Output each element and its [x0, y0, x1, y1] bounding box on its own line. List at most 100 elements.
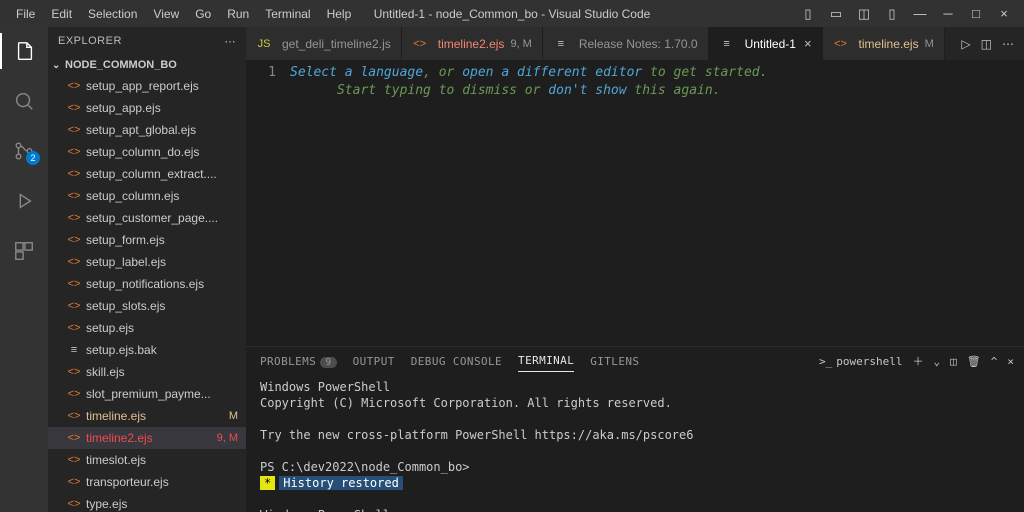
- run-debug-icon[interactable]: [0, 183, 48, 219]
- close-panel-icon[interactable]: ×: [1007, 355, 1014, 368]
- run-icon[interactable]: ▷: [961, 37, 970, 51]
- extensions-icon[interactable]: [0, 233, 48, 269]
- file-item[interactable]: <>slot_premium_payme...: [48, 383, 246, 405]
- maximize-panel-icon[interactable]: ^: [991, 355, 998, 368]
- editor-tab[interactable]: <>timeline2.ejs 9, M: [402, 27, 543, 60]
- file-item[interactable]: <>type.ejs: [48, 493, 246, 512]
- file-item[interactable]: <>timeslot.ejs: [48, 449, 246, 471]
- file-item[interactable]: <>setup_notifications.ejs: [48, 273, 246, 295]
- file-name: timeline.ejs: [86, 409, 146, 423]
- new-terminal-icon[interactable]: ＋: [913, 353, 924, 369]
- ejs-file-icon: <>: [412, 38, 428, 50]
- file-name: setup_column_extract....: [86, 167, 217, 181]
- menu-terminal[interactable]: Terminal: [257, 3, 318, 25]
- file-name: skill.ejs: [86, 365, 125, 379]
- file-item[interactable]: <>timeline2.ejs9, M: [48, 427, 246, 449]
- title-bar: FileEditSelectionViewGoRunTerminalHelp U…: [0, 0, 1024, 27]
- file-item[interactable]: <> setup_app_report.ejs: [48, 75, 246, 97]
- tab-terminal[interactable]: TERMINAL: [518, 350, 574, 372]
- tab-suffix: 9, M: [510, 38, 531, 50]
- sidebar-more-icon[interactable]: ⋯: [225, 35, 237, 48]
- ejs-file-icon: <>: [66, 80, 82, 92]
- menu-run[interactable]: Run: [219, 3, 257, 25]
- menu-help[interactable]: Help: [319, 3, 360, 25]
- ejs-file-icon: <>: [66, 102, 82, 114]
- file-item[interactable]: <>transporteur.ejs: [48, 471, 246, 493]
- layout-panel-icon[interactable]: ▭: [822, 4, 850, 24]
- file-item[interactable]: <>setup_customer_page....: [48, 207, 246, 229]
- close-icon[interactable]: ×: [990, 4, 1018, 24]
- menu-view[interactable]: View: [145, 3, 187, 25]
- editor-tab[interactable]: JSget_deli_timeline2.js: [246, 27, 402, 60]
- tab-debug-console[interactable]: DEBUG CONSOLE: [411, 351, 502, 372]
- editor-tab[interactable]: ≡Untitled-1×: [709, 27, 823, 60]
- terminal-dropdown-icon[interactable]: ⌄: [934, 355, 941, 368]
- activity-bar: 2: [0, 27, 48, 512]
- close-tab-icon[interactable]: ×: [804, 36, 812, 51]
- ejs-file-icon: <>: [66, 190, 82, 202]
- git-status: 9, M: [217, 432, 238, 444]
- file-name: setup_form.ejs: [86, 233, 165, 247]
- source-control-icon[interactable]: 2: [0, 133, 48, 169]
- file-file-icon: ≡: [553, 38, 569, 50]
- file-item[interactable]: <>setup_slots.ejs: [48, 295, 246, 317]
- maximize-icon[interactable]: □: [962, 4, 990, 24]
- terminal-line: PS C:\dev2022\node_Common_bo>: [260, 459, 1010, 475]
- menu-go[interactable]: Go: [187, 3, 219, 25]
- editor-tab[interactable]: <>timeline.ejs M: [823, 27, 945, 60]
- terminal-output[interactable]: Windows PowerShellCopyright (C) Microsof…: [246, 375, 1024, 512]
- explorer-icon[interactable]: [0, 33, 48, 69]
- minimize-icon[interactable]: ─: [934, 4, 962, 24]
- file-name: slot_premium_payme...: [86, 387, 211, 401]
- ejs-file-icon: <>: [66, 300, 82, 312]
- editor-content[interactable]: Select a language, or open a different e…: [290, 64, 1024, 346]
- file-item[interactable]: <>setup_label.ejs: [48, 251, 246, 273]
- menu-selection[interactable]: Selection: [80, 3, 145, 25]
- terminal-line: Windows PowerShell: [260, 507, 1010, 512]
- tab-problems[interactable]: PROBLEMS9: [260, 351, 337, 372]
- layout-icon[interactable]: ▯: [794, 4, 822, 24]
- menu-edit[interactable]: Edit: [43, 3, 80, 25]
- file-item[interactable]: <>setup.ejs: [48, 317, 246, 339]
- ejs-file-icon: <>: [66, 366, 82, 378]
- file-name: setup_app_report.ejs: [86, 79, 199, 93]
- file-item[interactable]: <>setup_column_extract....: [48, 163, 246, 185]
- split-editor-icon[interactable]: ◫: [981, 37, 992, 51]
- search-activity-icon[interactable]: [0, 83, 48, 119]
- ejs-file-icon: <>: [66, 278, 82, 290]
- tab-label: Untitled-1: [745, 37, 796, 51]
- sidebar-header: EXPLORER ⋯: [48, 27, 246, 55]
- scm-badge: 2: [26, 151, 40, 165]
- workspace-name: NODE_COMMON_BO: [65, 59, 177, 71]
- layout-split-icon[interactable]: ◫: [850, 4, 878, 24]
- terminal-selector[interactable]: >_ powershell: [819, 355, 902, 368]
- ejs-file-icon: <>: [66, 410, 82, 422]
- history-text: History restored: [279, 476, 403, 490]
- workspace-folder[interactable]: ⌄ NODE_COMMON_BO: [48, 55, 246, 75]
- tab-label: get_deli_timeline2.js: [282, 37, 391, 51]
- file-item[interactable]: <> setup_form.ejs: [48, 229, 246, 251]
- file-item[interactable]: <>timeline.ejsM: [48, 405, 246, 427]
- file-item[interactable]: ≡setup.ejs.bak: [48, 339, 246, 361]
- file-item[interactable]: <>setup_column.ejs: [48, 185, 246, 207]
- chevron-down-icon: ⌄: [52, 60, 62, 71]
- ejs-file-icon: <>: [66, 234, 82, 246]
- split-terminal-icon[interactable]: ◫: [950, 355, 957, 368]
- file-name: setup.ejs: [86, 321, 134, 335]
- more-icon[interactable]: ⋯: [1002, 37, 1014, 51]
- tab-gitlens[interactable]: GITLENS: [590, 351, 639, 372]
- file-item[interactable]: <>setup_column_do.ejs: [48, 141, 246, 163]
- kill-terminal-icon[interactable]: 🗑: [967, 355, 981, 368]
- file-file-icon: ≡: [66, 344, 82, 356]
- editor-tab[interactable]: ≡Release Notes: 1.70.0: [543, 27, 709, 60]
- tab-output[interactable]: OUTPUT: [353, 351, 395, 372]
- file-item[interactable]: <>setup_apt_global.ejs: [48, 119, 246, 141]
- terminal-line: Windows PowerShell: [260, 379, 1010, 395]
- ejs-file-icon: <>: [66, 146, 82, 158]
- file-item[interactable]: <>setup_app.ejs: [48, 97, 246, 119]
- file-tree[interactable]: <>setup_app_report.ejs<>setup_app.ejs<>s…: [48, 75, 246, 512]
- menu-file[interactable]: File: [8, 3, 43, 25]
- layout-right-icon[interactable]: ▯: [878, 4, 906, 24]
- text-editor[interactable]: 1 Select a language, or open a different…: [246, 60, 1024, 346]
- file-item[interactable]: <> skill.ejs: [48, 361, 246, 383]
